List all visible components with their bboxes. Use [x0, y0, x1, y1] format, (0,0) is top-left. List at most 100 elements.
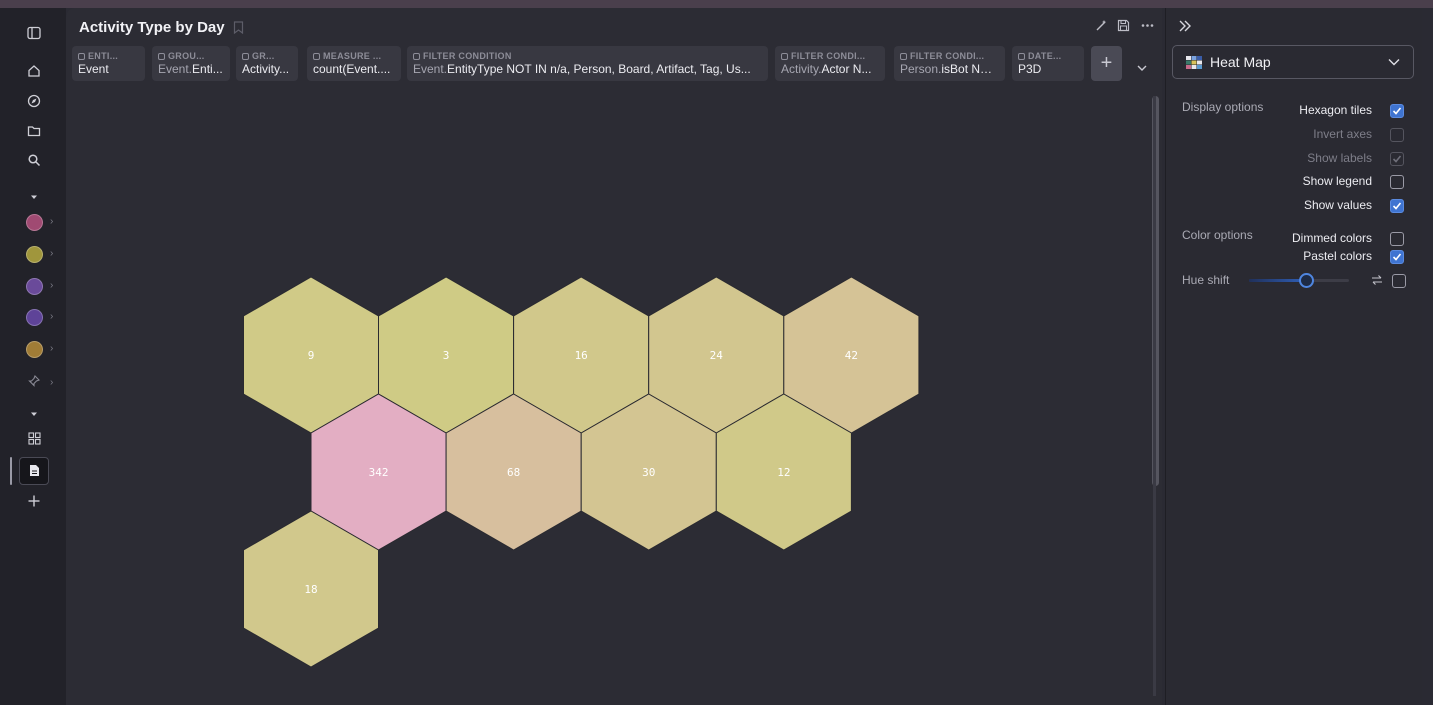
sidebar-item-chevron-icon: › — [50, 311, 54, 322]
display-option-label-2: Invert axes — [1313, 127, 1372, 141]
sidebar-item-chevron-icon: › — [50, 280, 54, 291]
compass-icon[interactable] — [24, 91, 44, 111]
filter-icon — [900, 53, 907, 60]
measure-icon — [313, 53, 320, 60]
filter-pill-label: ENTI... — [88, 51, 119, 61]
sidebar-item-chevron-icon: › — [50, 248, 54, 259]
filter-pill-5[interactable]: FILTER CONDITION Event.EntityType NOT IN … — [407, 46, 768, 81]
filter-pill-prefix: Event. — [413, 62, 448, 76]
more-options-icon[interactable] — [1141, 19, 1154, 37]
hue-shift-slider-fill — [1249, 279, 1306, 282]
display-option-checkbox-4[interactable] — [1390, 175, 1404, 189]
hue-shift-label: Hue shift — [1182, 273, 1230, 287]
collapse-caret-icon-2[interactable] — [24, 404, 44, 424]
filter-pill-label: GR... — [252, 51, 275, 61]
pin-chevron-icon: › — [50, 377, 54, 388]
home-icon[interactable] — [24, 61, 44, 81]
pin-icon[interactable] — [24, 371, 44, 391]
entity-icon — [78, 53, 85, 60]
chevron-down-icon — [1388, 59, 1400, 66]
filter-pill-1[interactable]: ENTI... Event — [72, 46, 145, 81]
heatmap-tile-value: 342 — [369, 466, 389, 479]
save-icon[interactable] — [1117, 19, 1130, 37]
hue-shift-slider-thumb[interactable] — [1299, 273, 1314, 288]
filter-pill-value: Actor N... — [821, 62, 872, 76]
filter-icon — [413, 53, 420, 60]
sidebar-color-item-4[interactable] — [26, 309, 43, 326]
hue-shift-slider-track[interactable] — [1249, 273, 1349, 288]
collapse-caret-icon[interactable] — [24, 187, 44, 207]
color-option-checkbox-2[interactable] — [1390, 250, 1404, 264]
calendar-icon — [1018, 53, 1025, 60]
filter-pill-8[interactable]: DATE... P3D — [1012, 46, 1084, 81]
display-option-checkbox-2 — [1390, 128, 1404, 142]
heatmap-tile-value: 12 — [777, 466, 790, 479]
filter-pill-3[interactable]: GR... Activity... — [236, 46, 298, 81]
page-title: Activity Type by Day — [79, 19, 225, 36]
filter-pill-label: MEASURE ... — [323, 51, 382, 61]
display-option-checkbox-3 — [1390, 152, 1404, 166]
search-icon[interactable] — [24, 150, 44, 170]
heatmap-tile-value: 9 — [308, 349, 315, 362]
left-sidebar: › › › › › › — [0, 8, 66, 705]
heatmap-tile-value: 24 — [710, 349, 724, 362]
sidebar-toggle-icon[interactable] — [24, 23, 44, 43]
add-icon[interactable] — [24, 491, 44, 511]
filter-pill-prefix: Person. — [900, 62, 942, 76]
color-option-checkbox-1[interactable] — [1390, 232, 1404, 246]
heatmap-tile-value: 30 — [642, 466, 655, 479]
heatmap-tile-value: 42 — [845, 349, 858, 362]
filter-pill-2[interactable]: GROU... Event.Enti... — [152, 46, 230, 81]
hue-shift-checkbox[interactable] — [1392, 274, 1406, 288]
settings-panel: Heat Map Display options Hexagon tiles In… — [1153, 8, 1422, 705]
heatmap-chart: 9 3 16 24 42 342 68 30 12 18 — [243, 276, 920, 668]
filter-icon — [781, 53, 788, 60]
swap-arrows-icon[interactable] — [1371, 273, 1383, 291]
sidebar-color-item-1[interactable] — [26, 214, 43, 231]
expand-filters-icon[interactable] — [1136, 60, 1148, 78]
main-chart-area: Activity Type by Day ENTI... Event GROU...… — [66, 8, 1162, 705]
display-option-checkbox-1[interactable] — [1390, 104, 1404, 118]
heatmap-icon — [1186, 56, 1202, 69]
sidebar-color-item-2[interactable] — [26, 246, 43, 263]
bookmark-icon[interactable] — [233, 21, 244, 39]
heatmap-tile-value: 3 — [443, 349, 450, 362]
display-option-label-3: Show labels — [1307, 151, 1372, 165]
filter-pill-value: isBot NO... — [941, 62, 999, 76]
filter-pill-value: Enti... — [192, 62, 223, 76]
collapse-panel-icon[interactable] — [1178, 19, 1192, 38]
heatmap-tile-value: 68 — [507, 466, 520, 479]
display-option-label-5: Show values — [1303, 198, 1372, 212]
add-filter-button[interactable]: + — [1091, 46, 1122, 81]
filter-pill-label: FILTER CONDITION — [423, 51, 512, 61]
window-top-band — [0, 0, 1433, 8]
filter-pill-label: GROU... — [168, 51, 205, 61]
document-item-active[interactable] — [19, 457, 49, 485]
filter-pill-value: Activity... — [242, 62, 290, 76]
sidebar-item-chevron-icon: › — [50, 216, 54, 227]
color-option-label-2: Pastel colors — [1303, 249, 1372, 263]
filter-pill-7[interactable]: FILTER CONDI... Person.isBot NO... — [894, 46, 1005, 81]
display-option-checkbox-5[interactable] — [1390, 199, 1404, 213]
sidebar-color-item-5[interactable] — [26, 341, 43, 358]
group-icon — [158, 53, 165, 60]
display-option-label-4: Show legend — [1302, 174, 1372, 188]
group-icon — [242, 53, 249, 60]
filter-pill-6[interactable]: FILTER CONDI... Activity.Actor N... — [775, 46, 885, 81]
filter-pill-prefix: Event. — [158, 62, 193, 76]
color-option-label-1: Dimmed colors — [1291, 231, 1372, 245]
filter-pill-4[interactable]: MEASURE ... count(Event.... — [307, 46, 401, 81]
viz-type-select[interactable]: Heat Map — [1172, 45, 1414, 79]
filter-pill-value: P3D — [1018, 62, 1042, 76]
magic-wand-icon[interactable] — [1094, 19, 1108, 38]
active-indicator — [10, 457, 12, 485]
sidebar-color-item-3[interactable] — [26, 278, 43, 295]
folder-icon[interactable] — [24, 121, 44, 141]
heatmap-tile-value: 16 — [575, 349, 588, 362]
display-options-heading: Display options — [1182, 100, 1264, 114]
filter-pill-value: EntityType NOT IN n/a, Person, Board, Ar… — [447, 62, 751, 76]
filter-pill-label: FILTER CONDI... — [791, 51, 866, 61]
dashboard-grid-icon[interactable] — [24, 428, 44, 448]
filter-pill-label: FILTER CONDI... — [910, 51, 985, 61]
panel-scroll-track — [1153, 96, 1156, 696]
